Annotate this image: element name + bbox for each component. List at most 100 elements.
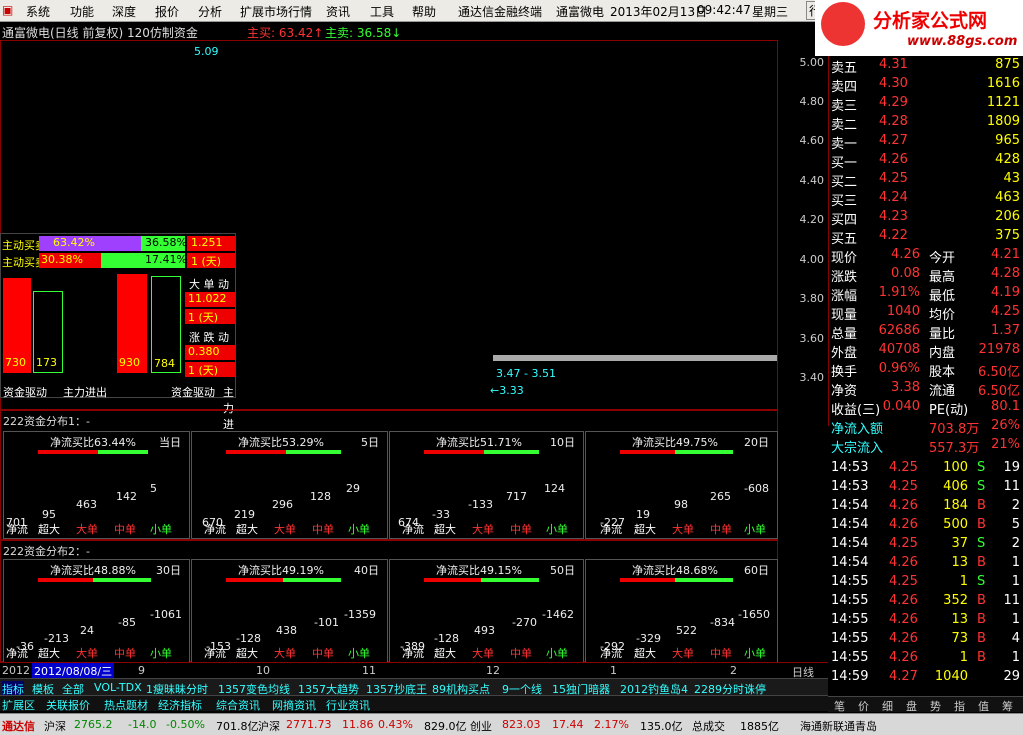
menu-item-help[interactable]: 帮助 <box>412 3 436 20</box>
tick-time: 14:55 <box>831 574 869 589</box>
tick-count: 5 <box>1011 517 1020 532</box>
stat-value: 1.37 <box>991 323 1020 338</box>
box-value: 142 <box>116 490 137 503</box>
tab-economy[interactable]: 经济指标 <box>158 697 202 713</box>
box-value: 493 <box>474 624 495 637</box>
label-net: 净流 <box>402 647 424 660</box>
stat-label: 均价 <box>929 308 956 323</box>
box-value: -85 <box>118 616 136 629</box>
book-volume: 1809 <box>986 114 1020 129</box>
tick-row: 14:55 4.26 13 B 1 <box>829 611 1023 630</box>
tab-trades[interactable]: 笔 <box>834 698 845 714</box>
menu-item-ext-market[interactable]: 扩展市场行情 <box>240 3 312 20</box>
label-xl: 超大 <box>38 523 60 536</box>
tab-value[interactable]: 值 <box>978 698 989 714</box>
bar-fund-drive-2: 930 <box>117 274 147 373</box>
tab-index[interactable]: 指 <box>954 698 965 714</box>
book-volume: 43 <box>1003 171 1020 186</box>
stat-label: 股本 <box>929 365 956 380</box>
tab-related-quote[interactable]: 关联报价 <box>46 697 90 713</box>
tick-count: 11 <box>1003 593 1020 608</box>
box-value: -1462 <box>542 608 574 621</box>
tab-trend[interactable]: 势 <box>930 698 941 714</box>
footer-fund-drive: 资金驱动 <box>3 386 47 399</box>
book-level: 买四 <box>831 213 858 228</box>
time-axis[interactable]: 2012 2012/08/08/三 9 10 11 12 1 2 日线 <box>0 662 828 679</box>
ask-row: 卖三 4.29 1121 <box>829 94 1023 114</box>
sz-amount: 829.0亿 <box>424 720 467 733</box>
sz-change: 11.86 <box>342 718 374 731</box>
menu-item-tools[interactable]: 工具 <box>370 3 394 20</box>
tab-book[interactable]: 盘 <box>906 698 917 714</box>
tab-hot-topics[interactable]: 热点题材 <box>104 697 148 713</box>
bid-row: 买二 4.25 43 <box>829 170 1023 190</box>
label-large: 大单 <box>76 647 98 660</box>
label-large: 大单 <box>472 647 494 660</box>
menu-item-function[interactable]: 功能 <box>70 3 94 20</box>
tick-row: 14:54 4.26 13 B 1 <box>829 554 1023 573</box>
box-period: 40日 <box>354 564 379 577</box>
bid-row: 买三 4.24 463 <box>829 189 1023 209</box>
stat-label: 今开 <box>929 251 956 266</box>
book-price: 4.31 <box>879 57 908 72</box>
stat-value: 4.21 <box>991 247 1020 262</box>
tab-chips[interactable]: 筹 <box>1002 698 1013 714</box>
box-value: 265 <box>710 490 731 503</box>
tick-price: 4.25 <box>889 574 918 589</box>
tab-news[interactable]: 综合资讯 <box>216 697 260 713</box>
tick-row: 14:55 4.26 352 B 11 <box>829 592 1023 611</box>
bar-fund-drive: 730 <box>3 278 31 373</box>
y-tick: 3.40 <box>799 371 825 384</box>
tick-volume: 352 <box>943 593 968 608</box>
tick-count: 1 <box>1011 555 1020 570</box>
label-small: 小单 <box>348 647 370 660</box>
menu-item-system[interactable]: 系统 <box>26 3 50 20</box>
tick-time: 14:54 <box>831 498 869 513</box>
dist-box: 净流买比63.44% 当日 95 463 142 5 701 净流 超大 大单 中单 小单 <box>3 431 190 539</box>
fund-distribution-panel-1[interactable]: 222资金分布1：- 净流买比63.44% 当日 95 463 142 5 701… <box>0 410 778 540</box>
extension-tabs: 扩展区 关联报价 热点题材 经济指标 综合资讯 网摘资讯 行业资讯 <box>0 695 828 713</box>
book-level: 卖一 <box>831 137 858 152</box>
label-net: 净流 <box>600 523 622 536</box>
tick-count: 4 <box>1011 631 1020 646</box>
tab-industry[interactable]: 行业资讯 <box>326 697 370 713</box>
flow-value: 703.8万 <box>929 422 980 437</box>
tick-volume: 1 <box>959 574 968 589</box>
tick-volume: 184 <box>943 498 968 513</box>
tick-count: 11 <box>1003 479 1020 494</box>
box-value: 5 <box>150 482 157 495</box>
stat-label: 现量 <box>831 308 858 323</box>
status-bar: 通达信 沪深 2765.2 -14.0 -0.50% 701.8亿 沪深 277… <box>0 713 1023 735</box>
menu-item-news[interactable]: 资讯 <box>326 3 350 20</box>
stat-row: 收益(三) 0.040 PE(动) 80.1 <box>829 398 1023 418</box>
bid-row: 买四 4.23 206 <box>829 208 1023 228</box>
cy-change: 17.44 <box>552 718 584 731</box>
stat-value: 40708 <box>878 342 920 357</box>
tab-web-news[interactable]: 网摘资讯 <box>272 697 316 713</box>
menu-item-depth[interactable]: 深度 <box>112 3 136 20</box>
fund-distribution-panel-2[interactable]: 222资金分布2：- 净流买比48.88% 30日 -213 24 -85 -10… <box>0 540 778 663</box>
tab-price[interactable]: 价 <box>858 698 869 714</box>
y-tick: 4.60 <box>799 134 825 147</box>
tick-time: 14:55 <box>831 631 869 646</box>
y-axis: 5.00 4.80 4.60 4.40 4.20 4.00 3.80 3.60 … <box>780 40 826 410</box>
box-ratio: 净流买比49.19% <box>238 564 324 577</box>
tab-detail[interactable]: 细 <box>882 698 893 714</box>
app-icon[interactable]: ▣ <box>2 3 13 17</box>
menu-item-analysis[interactable]: 分析 <box>198 3 222 20</box>
tick-price: 4.26 <box>889 555 918 570</box>
tick-volume: 13 <box>951 612 968 627</box>
box-value: 19 <box>636 508 650 521</box>
tick-row: 14:53 4.25 100 S 19 <box>829 459 1023 478</box>
book-level: 卖四 <box>831 80 858 95</box>
big-order-days: 1 (天) <box>185 309 235 324</box>
axis-year: 2012 <box>2 664 30 677</box>
label-xl: 超大 <box>236 647 258 660</box>
tab-ext[interactable]: 扩展区 <box>2 697 35 713</box>
rise-fall-value: 0.380 <box>185 345 235 360</box>
menu-item-quote[interactable]: 报价 <box>155 3 179 20</box>
tab-vol-tdx[interactable]: VOL-TDX <box>94 681 142 694</box>
flow-label: 大宗流入 <box>831 441 884 456</box>
box-ratio: 净流买比51.71% <box>436 436 522 449</box>
tick-row: 14:54 4.26 184 B 2 <box>829 497 1023 516</box>
